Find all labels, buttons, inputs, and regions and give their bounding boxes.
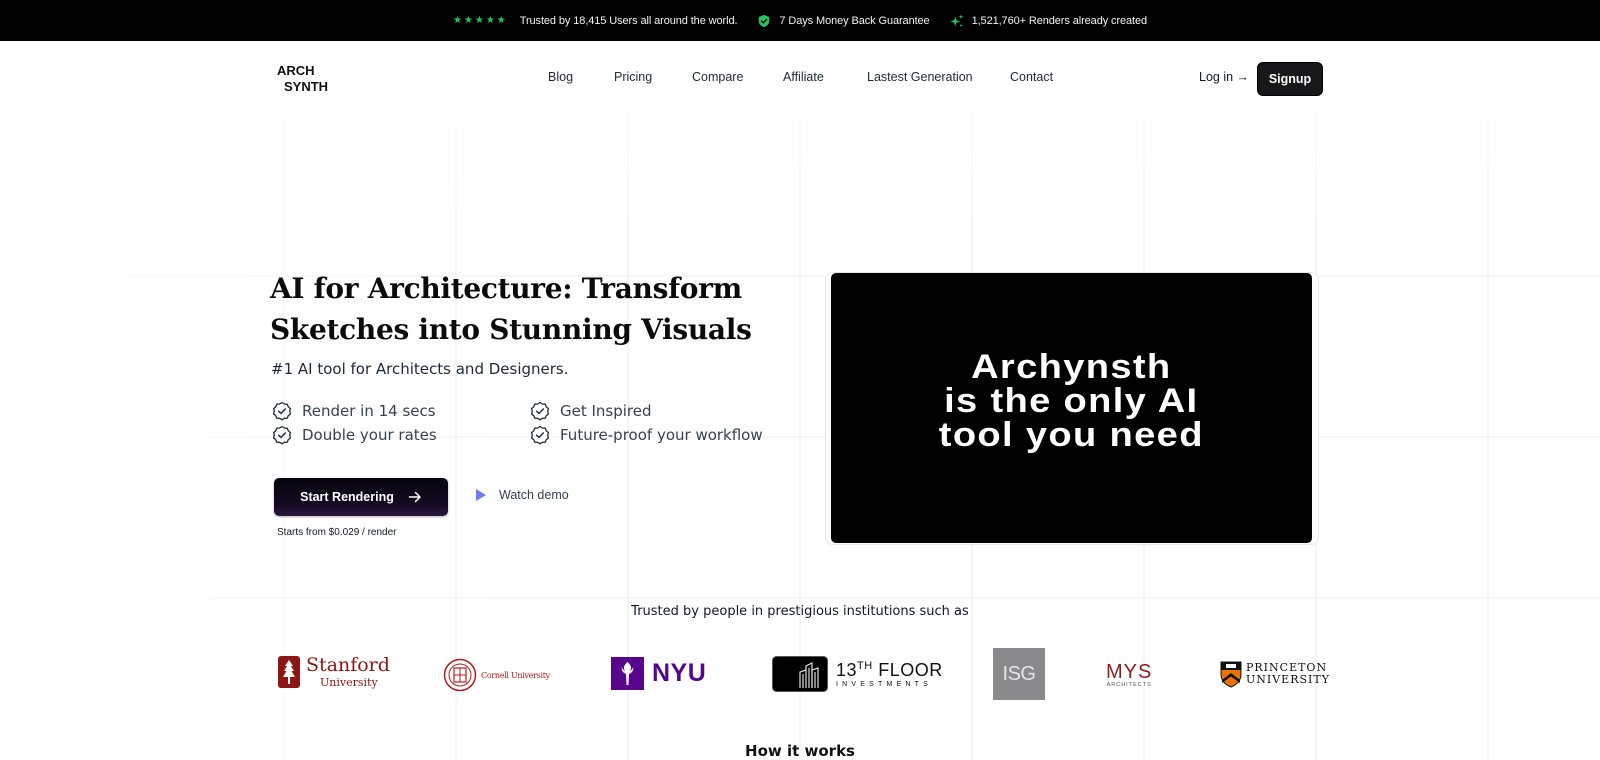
watch-demo-button[interactable]: Watch demo xyxy=(475,488,569,502)
feature-item: Get Inspired xyxy=(530,401,652,421)
nyu-torch-icon xyxy=(611,657,644,690)
shield-check-icon xyxy=(759,14,770,27)
cornell-name: Cornell University xyxy=(481,670,550,680)
feature-label: Render in 14 secs xyxy=(302,402,436,420)
nav-link-contact[interactable]: Contact xyxy=(1010,70,1053,84)
demo-video-player[interactable]: Archynsth is the only AI tool you need xyxy=(831,273,1312,543)
13th-floor-word: FLOOR xyxy=(878,659,943,680)
institution-logos: Stanford University Cornell University N… xyxy=(0,640,1600,706)
princeton-subname: UNIVERSITY xyxy=(1246,673,1330,686)
sparkles-icon xyxy=(950,13,963,27)
cornell-seal-icon xyxy=(443,658,477,692)
13th-floor-name: 13TH FLOOR xyxy=(836,659,943,680)
nav-link-compare[interactable]: Compare xyxy=(692,70,743,84)
nyu-name: NYU xyxy=(652,659,707,687)
isg-name: ISG xyxy=(1002,662,1036,685)
nav-link-affiliate[interactable]: Affiliate xyxy=(783,70,824,84)
nav-link-pricing[interactable]: Pricing xyxy=(614,70,652,84)
arrow-right-icon xyxy=(408,491,421,503)
archsynth-logo[interactable]: ARCH SYNTH xyxy=(277,63,328,95)
video-caption: Archynsth is the only AI tool you need xyxy=(938,348,1204,454)
13th-floor-logo: 13TH FLOOR INVESTMENTS xyxy=(772,656,943,692)
stanford-subname: University xyxy=(320,676,378,689)
princeton-shield-icon xyxy=(1220,661,1242,688)
isg-logo: ISG xyxy=(993,648,1045,700)
hero-subtitle: #1 AI tool for Architects and Designers. xyxy=(271,360,569,378)
login-link[interactable]: Log in → xyxy=(1199,70,1249,84)
13th-floor-suffix: TH xyxy=(857,659,873,672)
hero-title: AI for Architecture: Transform Sketches … xyxy=(270,272,752,346)
signup-button[interactable]: Signup xyxy=(1257,62,1323,96)
feature-item: Future-proof your workflow xyxy=(530,425,763,445)
renders-count-text: 1,521,760+ Renders already created xyxy=(971,14,1148,27)
feature-item: Render in 14 secs xyxy=(272,401,436,421)
building-icon xyxy=(772,656,828,692)
feature-item: Double your rates xyxy=(272,425,437,445)
play-icon xyxy=(476,489,486,501)
renders-segment: 1,521,760+ Renders already created xyxy=(950,13,1148,28)
nav-link-latest-generation[interactable]: Lastest Generation xyxy=(867,70,973,84)
check-badge-icon xyxy=(530,401,550,421)
mys-logo: MYS ARCHITECTS xyxy=(1106,662,1152,689)
mys-subname: ARCHITECTS xyxy=(1106,682,1152,688)
five-star-rating-icon: ★★★★★ xyxy=(452,15,508,26)
check-badge-icon xyxy=(272,425,292,445)
guarantee-segment: 7 Days Money Back Guarantee xyxy=(757,14,930,28)
stanford-name: Stanford xyxy=(306,654,390,676)
logo-line-1: ARCH xyxy=(277,63,315,78)
nyu-logo: NYU xyxy=(611,657,706,690)
13th-floor-subname: INVESTMENTS xyxy=(836,680,932,688)
start-rendering-button[interactable]: Start Rendering xyxy=(274,478,448,516)
trusted-heading: Trusted by people in prestigious institu… xyxy=(631,604,969,619)
guarantee-text: 7 Days Money Back Guarantee xyxy=(779,14,930,27)
watch-demo-label: Watch demo xyxy=(499,488,569,502)
price-note: Starts from $0.029 / render xyxy=(277,527,397,538)
how-it-works-heading: How it works xyxy=(745,742,855,760)
feature-label: Future-proof your workflow xyxy=(560,426,763,444)
trusted-users-text: Trusted by 18,415 Users all around the w… xyxy=(519,14,738,27)
check-badge-icon xyxy=(272,401,292,421)
announcement-bar: ★★★★★ Trusted by 18,415 Users all around… xyxy=(0,0,1600,41)
check-badge-icon xyxy=(530,425,550,445)
mys-name: MYS xyxy=(1106,661,1153,683)
stanford-logo: Stanford University xyxy=(278,656,390,688)
stanford-tree-icon xyxy=(278,656,300,688)
13th-floor-number: 13 xyxy=(836,659,858,680)
feature-label: Double your rates xyxy=(302,426,437,444)
princeton-logo: PRINCETON UNIVERSITY xyxy=(1220,660,1330,688)
rating-segment: ★★★★★ Trusted by 18,415 Users all around… xyxy=(452,14,738,27)
nav-link-blog[interactable]: Blog xyxy=(548,70,573,84)
feature-label: Get Inspired xyxy=(560,402,652,420)
start-rendering-label: Start Rendering xyxy=(300,490,394,504)
cornell-logo: Cornell University xyxy=(443,658,550,692)
logo-line-2: SYNTH xyxy=(284,79,329,94)
